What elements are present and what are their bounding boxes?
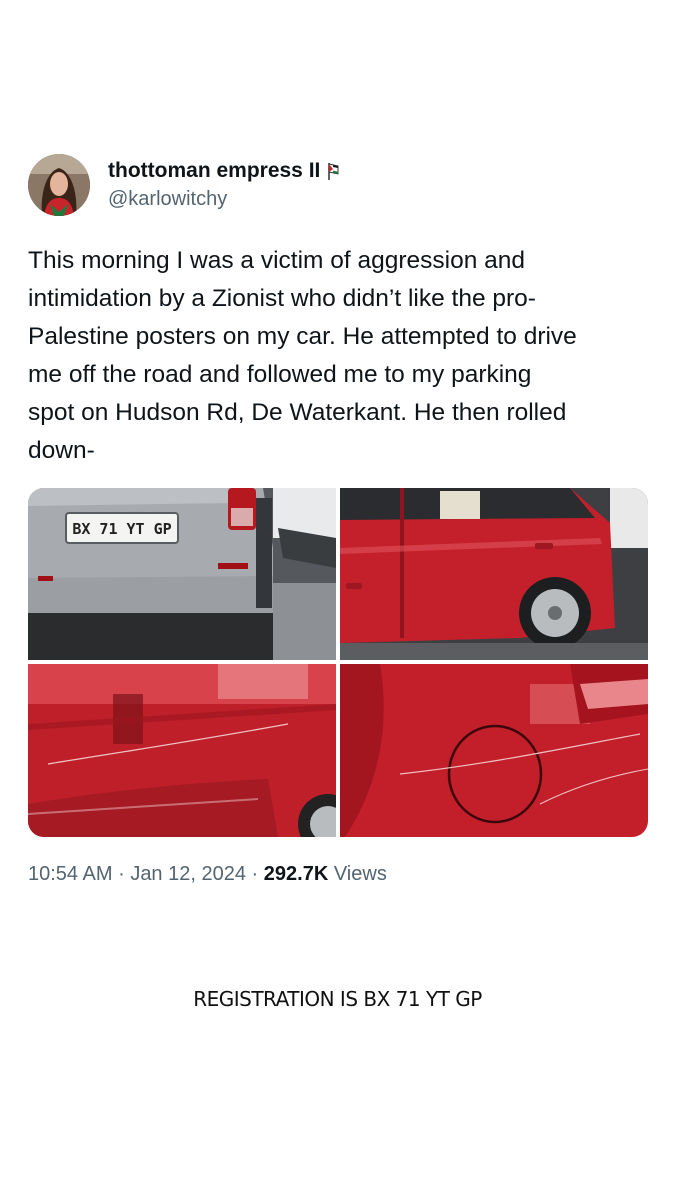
scratched-fuel-cap-photo[interactable] bbox=[340, 664, 648, 837]
tweet-media-grid[interactable]: BX 71 YT GP bbox=[28, 488, 648, 837]
handle[interactable]: @karlowitchy bbox=[108, 186, 340, 212]
views-label: Views bbox=[333, 863, 387, 885]
display-name-row: thottoman empress II bbox=[108, 158, 340, 184]
palestine-flag-icon bbox=[326, 161, 340, 181]
tweet-card: thottoman empress II @karlowitchy This m… bbox=[28, 150, 648, 885]
tweet-header: thottoman empress II @karlowitchy bbox=[28, 150, 648, 220]
red-car-side-photo[interactable] bbox=[340, 488, 648, 660]
avatar[interactable] bbox=[28, 154, 90, 216]
tweet-meta: 10:54 AM · Jan 12, 2024 · 292.7K Views bbox=[28, 863, 387, 886]
tweet-text: This morning I was a victim of aggressio… bbox=[28, 247, 577, 464]
meta-separator: · bbox=[251, 863, 259, 885]
views-count[interactable]: 292.7K bbox=[264, 863, 329, 885]
registration-caption: REGISTRATION IS BX 71 YT GP bbox=[193, 987, 482, 1011]
display-name[interactable]: thottoman empress II bbox=[108, 158, 320, 184]
car-rear-licence-plate-photo[interactable]: BX 71 YT GP bbox=[28, 488, 336, 660]
scratched-red-door-photo[interactable] bbox=[28, 664, 336, 837]
licence-plate-text: BX 71 YT GP bbox=[72, 520, 171, 538]
tweet-time[interactable]: 10:54 AM bbox=[28, 863, 113, 885]
meta-separator: · bbox=[118, 863, 125, 885]
author-names: thottoman empress II @karlowitchy bbox=[108, 158, 340, 212]
tweet-date[interactable]: Jan 12, 2024 bbox=[130, 863, 246, 885]
